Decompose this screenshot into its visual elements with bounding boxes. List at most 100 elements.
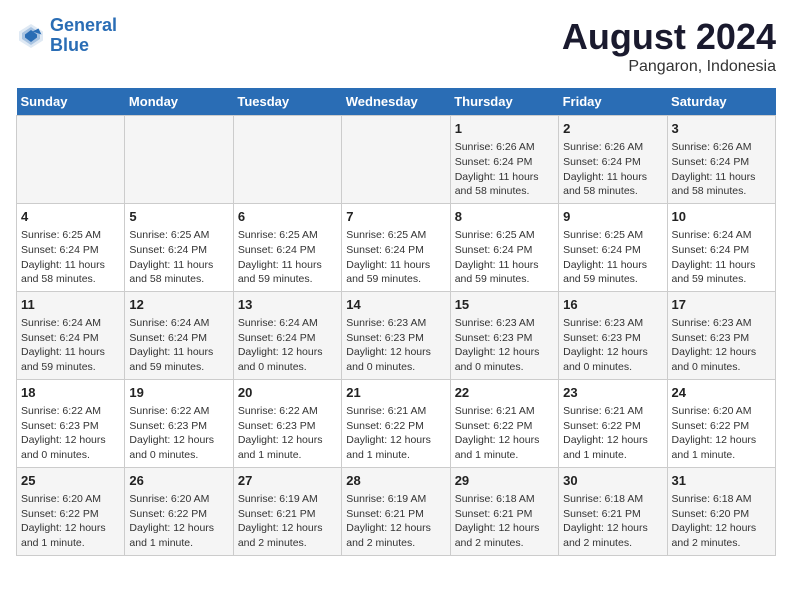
day-info: Sunrise: 6:20 AM Sunset: 6:22 PM Dayligh… bbox=[129, 492, 228, 551]
calendar-cell: 3 Sunrise: 6:26 AM Sunset: 6:24 PM Daylig… bbox=[667, 116, 775, 204]
day-of-week-header: Thursday bbox=[450, 88, 558, 116]
page-subtitle: Pangaron, Indonesia bbox=[562, 58, 776, 76]
calendar-table: SundayMondayTuesdayWednesdayThursdayFrid… bbox=[16, 88, 776, 556]
day-number: 3 bbox=[672, 120, 771, 138]
day-number: 21 bbox=[346, 384, 445, 402]
day-info: Sunrise: 6:20 AM Sunset: 6:22 PM Dayligh… bbox=[21, 492, 120, 551]
day-number: 19 bbox=[129, 384, 228, 402]
day-number: 18 bbox=[21, 384, 120, 402]
day-info: Sunrise: 6:26 AM Sunset: 6:24 PM Dayligh… bbox=[455, 140, 554, 199]
day-number: 12 bbox=[129, 296, 228, 314]
day-info: Sunrise: 6:18 AM Sunset: 6:21 PM Dayligh… bbox=[563, 492, 662, 551]
calendar-cell: 25 Sunrise: 6:20 AM Sunset: 6:22 PM Dayli… bbox=[17, 467, 125, 555]
calendar-cell: 10 Sunrise: 6:24 AM Sunset: 6:24 PM Dayli… bbox=[667, 203, 775, 291]
day-info: Sunrise: 6:24 AM Sunset: 6:24 PM Dayligh… bbox=[21, 316, 120, 375]
calendar-cell: 8 Sunrise: 6:25 AM Sunset: 6:24 PM Daylig… bbox=[450, 203, 558, 291]
calendar-cell bbox=[125, 116, 233, 204]
day-number: 15 bbox=[455, 296, 554, 314]
day-of-week-header: Tuesday bbox=[233, 88, 341, 116]
calendar-cell: 1 Sunrise: 6:26 AM Sunset: 6:24 PM Daylig… bbox=[450, 116, 558, 204]
day-number: 10 bbox=[672, 208, 771, 226]
day-number: 1 bbox=[455, 120, 554, 138]
day-info: Sunrise: 6:23 AM Sunset: 6:23 PM Dayligh… bbox=[672, 316, 771, 375]
day-info: Sunrise: 6:25 AM Sunset: 6:24 PM Dayligh… bbox=[455, 228, 554, 287]
calendar-cell: 29 Sunrise: 6:18 AM Sunset: 6:21 PM Dayli… bbox=[450, 467, 558, 555]
day-info: Sunrise: 6:25 AM Sunset: 6:24 PM Dayligh… bbox=[346, 228, 445, 287]
calendar-header: SundayMondayTuesdayWednesdayThursdayFrid… bbox=[17, 88, 776, 116]
day-info: Sunrise: 6:25 AM Sunset: 6:24 PM Dayligh… bbox=[129, 228, 228, 287]
day-of-week-header: Monday bbox=[125, 88, 233, 116]
calendar-cell: 11 Sunrise: 6:24 AM Sunset: 6:24 PM Dayli… bbox=[17, 291, 125, 379]
calendar-cell: 13Sunrise: 6:24 AM Sunset: 6:24 PM Dayli… bbox=[233, 291, 341, 379]
day-number: 24 bbox=[672, 384, 771, 402]
page-title: August 2024 bbox=[562, 16, 776, 58]
day-info: Sunrise: 6:19 AM Sunset: 6:21 PM Dayligh… bbox=[346, 492, 445, 551]
calendar-cell: 24 Sunrise: 6:20 AM Sunset: 6:22 PM Dayli… bbox=[667, 379, 775, 467]
day-info: Sunrise: 6:26 AM Sunset: 6:24 PM Dayligh… bbox=[672, 140, 771, 199]
calendar-cell: 20 Sunrise: 6:22 AM Sunset: 6:23 PM Dayli… bbox=[233, 379, 341, 467]
day-info: Sunrise: 6:26 AM Sunset: 6:24 PM Dayligh… bbox=[563, 140, 662, 199]
day-number: 27 bbox=[238, 472, 337, 490]
day-number: 14 bbox=[346, 296, 445, 314]
day-info: Sunrise: 6:20 AM Sunset: 6:22 PM Dayligh… bbox=[672, 404, 771, 463]
calendar-cell: 2 Sunrise: 6:26 AM Sunset: 6:24 PM Daylig… bbox=[559, 116, 667, 204]
calendar-cell: 5 Sunrise: 6:25 AM Sunset: 6:24 PM Daylig… bbox=[125, 203, 233, 291]
day-of-week-header: Sunday bbox=[17, 88, 125, 116]
day-number: 28 bbox=[346, 472, 445, 490]
calendar-cell: 23 Sunrise: 6:21 AM Sunset: 6:22 PM Dayli… bbox=[559, 379, 667, 467]
day-number: 26 bbox=[129, 472, 228, 490]
day-number: 8 bbox=[455, 208, 554, 226]
calendar-cell: 31Sunrise: 6:18 AM Sunset: 6:20 PM Dayli… bbox=[667, 467, 775, 555]
day-info: Sunrise: 6:21 AM Sunset: 6:22 PM Dayligh… bbox=[346, 404, 445, 463]
day-info: Sunrise: 6:25 AM Sunset: 6:24 PM Dayligh… bbox=[563, 228, 662, 287]
calendar-cell: 22 Sunrise: 6:21 AM Sunset: 6:22 PM Dayli… bbox=[450, 379, 558, 467]
day-info: Sunrise: 6:25 AM Sunset: 6:24 PM Dayligh… bbox=[238, 228, 337, 287]
calendar-cell: 30Sunrise: 6:18 AM Sunset: 6:21 PM Dayli… bbox=[559, 467, 667, 555]
day-info: Sunrise: 6:21 AM Sunset: 6:22 PM Dayligh… bbox=[563, 404, 662, 463]
day-info: Sunrise: 6:22 AM Sunset: 6:23 PM Dayligh… bbox=[238, 404, 337, 463]
calendar-cell bbox=[17, 116, 125, 204]
day-info: Sunrise: 6:18 AM Sunset: 6:21 PM Dayligh… bbox=[455, 492, 554, 551]
day-of-week-header: Friday bbox=[559, 88, 667, 116]
day-number: 4 bbox=[21, 208, 120, 226]
logo-text: General Blue bbox=[50, 16, 117, 56]
day-info: Sunrise: 6:24 AM Sunset: 6:24 PM Dayligh… bbox=[129, 316, 228, 375]
calendar-cell: 7 Sunrise: 6:25 AM Sunset: 6:24 PM Daylig… bbox=[342, 203, 450, 291]
day-info: Sunrise: 6:18 AM Sunset: 6:20 PM Dayligh… bbox=[672, 492, 771, 551]
calendar-cell: 12 Sunrise: 6:24 AM Sunset: 6:24 PM Dayli… bbox=[125, 291, 233, 379]
calendar-cell: 26 Sunrise: 6:20 AM Sunset: 6:22 PM Dayli… bbox=[125, 467, 233, 555]
day-number: 25 bbox=[21, 472, 120, 490]
day-number: 11 bbox=[21, 296, 120, 314]
day-info: Sunrise: 6:24 AM Sunset: 6:24 PM Dayligh… bbox=[672, 228, 771, 287]
calendar-cell: 19 Sunrise: 6:22 AM Sunset: 6:23 PM Dayli… bbox=[125, 379, 233, 467]
calendar-cell bbox=[342, 116, 450, 204]
calendar-cell: 6Sunrise: 6:25 AM Sunset: 6:24 PM Daylig… bbox=[233, 203, 341, 291]
day-number: 2 bbox=[563, 120, 662, 138]
title-block: August 2024 Pangaron, Indonesia bbox=[562, 16, 776, 76]
day-of-week-header: Wednesday bbox=[342, 88, 450, 116]
day-number: 22 bbox=[455, 384, 554, 402]
day-info: Sunrise: 6:21 AM Sunset: 6:22 PM Dayligh… bbox=[455, 404, 554, 463]
calendar-cell: 16 Sunrise: 6:23 AM Sunset: 6:23 PM Dayli… bbox=[559, 291, 667, 379]
logo: General Blue bbox=[16, 16, 117, 56]
day-info: Sunrise: 6:25 AM Sunset: 6:24 PM Dayligh… bbox=[21, 228, 120, 287]
calendar-cell: 17 Sunrise: 6:23 AM Sunset: 6:23 PM Dayli… bbox=[667, 291, 775, 379]
day-info: Sunrise: 6:23 AM Sunset: 6:23 PM Dayligh… bbox=[563, 316, 662, 375]
day-number: 17 bbox=[672, 296, 771, 314]
day-number: 5 bbox=[129, 208, 228, 226]
day-info: Sunrise: 6:23 AM Sunset: 6:23 PM Dayligh… bbox=[346, 316, 445, 375]
day-number: 29 bbox=[455, 472, 554, 490]
calendar-cell: 28 Sunrise: 6:19 AM Sunset: 6:21 PM Dayli… bbox=[342, 467, 450, 555]
day-of-week-header: Saturday bbox=[667, 88, 775, 116]
day-number: 9 bbox=[563, 208, 662, 226]
page-header: General Blue August 2024 Pangaron, Indon… bbox=[16, 16, 776, 76]
calendar-cell bbox=[233, 116, 341, 204]
day-number: 20 bbox=[238, 384, 337, 402]
day-info: Sunrise: 6:22 AM Sunset: 6:23 PM Dayligh… bbox=[129, 404, 228, 463]
day-number: 16 bbox=[563, 296, 662, 314]
day-number: 23 bbox=[563, 384, 662, 402]
logo-icon bbox=[16, 21, 46, 51]
calendar-cell: 4 Sunrise: 6:25 AM Sunset: 6:24 PM Daylig… bbox=[17, 203, 125, 291]
calendar-cell: 18Sunrise: 6:22 AM Sunset: 6:23 PM Dayli… bbox=[17, 379, 125, 467]
day-number: 7 bbox=[346, 208, 445, 226]
